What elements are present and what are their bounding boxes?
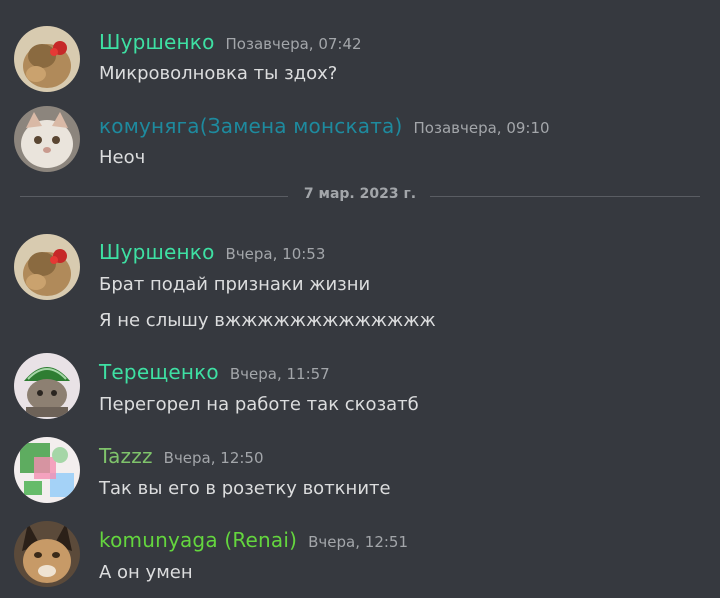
message-text: Неоч: [99, 147, 146, 168]
author-name[interactable]: komunyaga (Renai): [99, 528, 297, 552]
timestamp: Вчера, 12:50: [163, 449, 264, 467]
author-name[interactable]: Шуршенко: [99, 240, 215, 264]
timestamp: Позавчера, 07:42: [225, 35, 362, 53]
author-name[interactable]: Tazzz: [99, 444, 153, 468]
author-name[interactable]: Терещенко: [99, 360, 219, 384]
cat-with-bow-avatar[interactable]: [14, 26, 80, 92]
message-text: Микроволновка ты здох?: [99, 63, 338, 84]
timestamp: Вчера, 12:51: [308, 533, 408, 551]
pixel-cat-avatar[interactable]: [14, 437, 80, 503]
divider-line: [430, 196, 700, 197]
message-text: Брат подай признаки жизни: [99, 274, 371, 295]
cat-with-bow-avatar[interactable]: [14, 234, 80, 300]
fluffy-cat-avatar[interactable]: [14, 106, 80, 172]
caracal-avatar[interactable]: [14, 521, 80, 587]
author-name[interactable]: Шуршенко: [99, 30, 215, 54]
author-name[interactable]: комуняга(Замена монската): [99, 114, 403, 138]
timestamp: Вчера, 10:53: [225, 245, 326, 263]
watermelon-hat-cat-avatar[interactable]: [14, 353, 80, 419]
message-text: А он умен: [99, 562, 193, 583]
message-text: Так вы его в розетку воткните: [99, 478, 391, 499]
timestamp: Вчера, 11:57: [229, 365, 330, 383]
date-divider: 7 мар. 2023 г.: [20, 186, 700, 206]
timestamp: Позавчера, 09:10: [413, 119, 550, 137]
message-text: Я не слышу вжжжжжжжжжжжжж: [99, 310, 436, 331]
divider-date: 7 мар. 2023 г.: [303, 186, 417, 202]
message-text: Перегорел на работе так скозатб: [99, 394, 419, 415]
